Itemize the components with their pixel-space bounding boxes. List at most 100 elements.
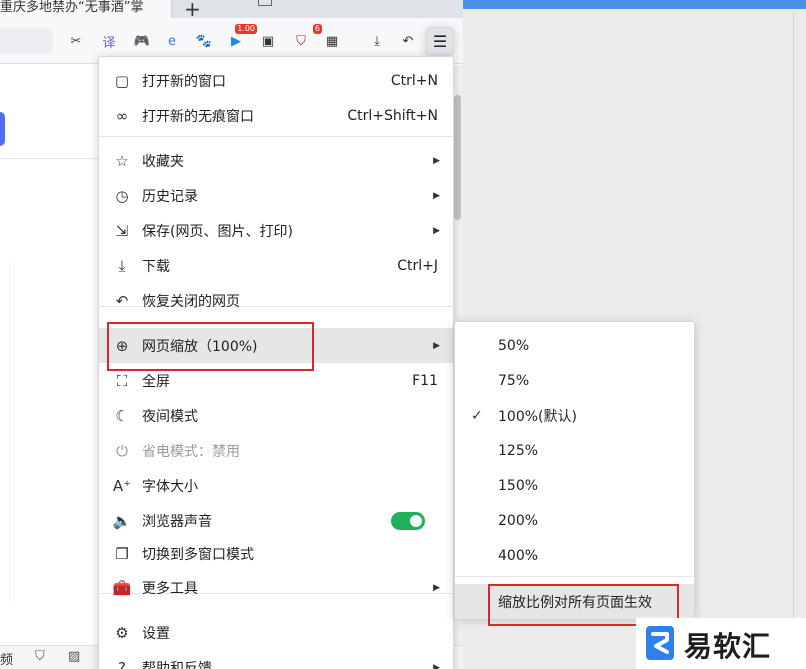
menu-item-label: 字体大小 — [142, 478, 198, 495]
scissors-icon-glyph: ✂ — [70, 33, 82, 49]
menu-item-restore-closed[interactable]: ↶ 恢复关闭的网页 — [99, 283, 453, 318]
speaker-icon: 🔈 — [112, 511, 132, 530]
zoom-option[interactable]: 75% — [455, 363, 694, 398]
menu-item-new-window[interactable]: ▢ 打开新的窗口 Ctrl+N — [99, 63, 453, 98]
scrollbar-thumb[interactable] — [454, 95, 461, 220]
clock-icon: ◷ — [115, 186, 129, 205]
submenu-arrow-icon: ▶ — [433, 662, 440, 669]
reader-icon[interactable]: ▣ — [257, 30, 279, 52]
menu-item-shortcut: Ctrl+Shift+N — [347, 107, 438, 124]
highlight-box-zoom — [107, 322, 314, 371]
star-icon: ☆ — [115, 151, 129, 170]
menu-item-favorites[interactable]: ☆ 收藏夹 ▶ — [99, 143, 453, 178]
address-bar[interactable] — [0, 28, 53, 54]
menu-item-browser-sound[interactable]: 🔈 浏览器声音 — [99, 503, 453, 538]
check-icon: ✓ — [471, 407, 483, 424]
paw-icon-glyph: 🐾 — [195, 33, 213, 49]
undo-icon: ↶ — [115, 291, 129, 310]
tab-title: 重庆多地禁办“无事酒”掌 — [0, 0, 144, 15]
menu-item-label: 帮助和反馈 — [142, 660, 212, 669]
sound-toggle[interactable] — [391, 511, 425, 530]
save-icon: ⇲ — [115, 221, 129, 240]
page-header-bar — [463, 0, 806, 9]
zoom-option-label: 75% — [498, 372, 530, 389]
watermark: 易软汇 — [636, 618, 806, 669]
divider — [793, 12, 794, 632]
zoom-option[interactable]: 125% — [455, 433, 694, 468]
apps-grid-icon[interactable]: ▦ — [321, 30, 343, 52]
tab-list-icon[interactable] — [258, 0, 272, 6]
status-text: 频 — [0, 653, 14, 668]
game-icon[interactable]: 🎮 — [131, 30, 153, 52]
paw-icon[interactable]: 🐾 — [193, 30, 215, 52]
download-icon-glyph: ⤓ — [374, 33, 380, 49]
toolbox-icon: 🧰 — [112, 578, 132, 597]
translate-icon-glyph: 译 — [102, 35, 116, 51]
zoom-option-label: 200% — [498, 512, 539, 529]
menu-item-label: 收藏夹 — [142, 153, 184, 170]
zoom-option-label: 50% — [498, 337, 530, 354]
submenu-arrow-icon: ▶ — [433, 155, 440, 166]
menu-item-label: 打开新的窗口 — [142, 73, 226, 90]
apps-grid-icon-glyph: ▦ — [325, 33, 339, 49]
submenu-separator — [455, 576, 694, 577]
translate-icon[interactable]: 译 — [98, 30, 120, 52]
menu-item-multi-window-mode[interactable]: ❐ 切换到多窗口模式 — [99, 536, 453, 571]
incognito-icon: ∞ — [115, 106, 129, 125]
main-menu-button[interactable]: ☰ — [426, 27, 454, 55]
game-icon-glyph: 🎮 — [133, 33, 151, 49]
zoom-option[interactable]: 400% — [455, 538, 694, 573]
ublock-icon[interactable]: ⛉ 6 — [290, 24, 322, 52]
menu-item-label: 全屏 — [142, 373, 170, 390]
zoom-option-label: 150% — [498, 477, 539, 494]
menu-item-history[interactable]: ◷ 历史记录 ▶ — [99, 178, 453, 213]
gear-icon: ⚙ — [115, 623, 129, 642]
zoom-option[interactable]: 50% — [455, 328, 694, 363]
zoom-option[interactable]: 150% — [455, 468, 694, 503]
player-icon[interactable]: ▶ 1.00 — [225, 24, 257, 52]
menu-separator — [99, 136, 453, 137]
menu-item-save-page[interactable]: ⇲ 保存(网页、图片、打印) ▶ — [99, 213, 453, 248]
fullscreen-icon: ⛶ — [116, 371, 128, 390]
menu-item-label: 更多工具 — [142, 580, 198, 597]
page-blue-button[interactable] — [0, 112, 5, 146]
menu-item-label: 切换到多窗口模式 — [142, 546, 254, 563]
reader-icon-glyph: ▣ — [261, 33, 275, 49]
menu-item-downloads[interactable]: ⤓ 下载 Ctrl+J — [99, 248, 453, 283]
player-badge: 1.00 — [235, 24, 257, 34]
divider — [0, 158, 100, 159]
zoom-option[interactable]: ✓ 100%(默认) — [455, 398, 694, 433]
submenu-arrow-icon: ▶ — [433, 582, 440, 593]
tab-active[interactable]: 重庆多地禁办“无事酒”掌 — [0, 0, 172, 18]
menu-item-new-incognito-window[interactable]: ∞ 打开新的无痕窗口 Ctrl+Shift+N — [99, 98, 453, 133]
scissors-icon[interactable]: ✂ — [65, 30, 87, 52]
zoom-option[interactable]: 200% — [455, 503, 694, 538]
menu-item-label: 省电模式：禁用 — [142, 443, 240, 460]
undo-icon-glyph: ↶ — [402, 33, 414, 49]
menu-item-settings[interactable]: ⚙ 设置 — [99, 615, 453, 650]
menu-item-label: 设置 — [142, 625, 170, 642]
zoom-option-label: 100%(默认) — [498, 408, 577, 425]
watermark-text: 易软汇 — [684, 630, 772, 663]
window-icon: ▢ — [114, 71, 130, 90]
menu-item-label: 下载 — [142, 258, 170, 275]
menu-item-label: 夜间模式 — [142, 408, 198, 425]
menu-item-night-mode[interactable]: ☾ 夜间模式 — [99, 398, 453, 433]
submenu-arrow-icon: ▶ — [433, 225, 440, 236]
submenu-arrow-icon: ▶ — [433, 190, 440, 201]
menu-item-shortcut: F11 — [412, 372, 438, 389]
help-icon: ? — [118, 658, 126, 669]
page-card — [0, 262, 10, 602]
menu-item-shortcut: Ctrl+N — [390, 72, 438, 89]
ie-icon[interactable]: e — [161, 30, 183, 52]
power-icon: ⏻ — [116, 441, 128, 460]
menu-item-more-tools[interactable]: 🧰 更多工具 ▶ — [99, 570, 453, 605]
image-icon[interactable]: ▨ — [68, 649, 80, 664]
undo-icon[interactable]: ↶ — [397, 30, 419, 52]
menu-item-font-size[interactable]: A⁺ 字体大小 — [99, 468, 453, 503]
menu-item-help-feedback[interactable]: ? 帮助和反馈 ▶ — [99, 650, 453, 669]
menu-item-label: 浏览器声音 — [142, 513, 212, 530]
download-icon[interactable]: ⤓ — [366, 30, 388, 52]
player-icon-glyph: ▶ — [231, 33, 241, 49]
shield-icon[interactable]: ⛉ — [35, 649, 45, 664]
